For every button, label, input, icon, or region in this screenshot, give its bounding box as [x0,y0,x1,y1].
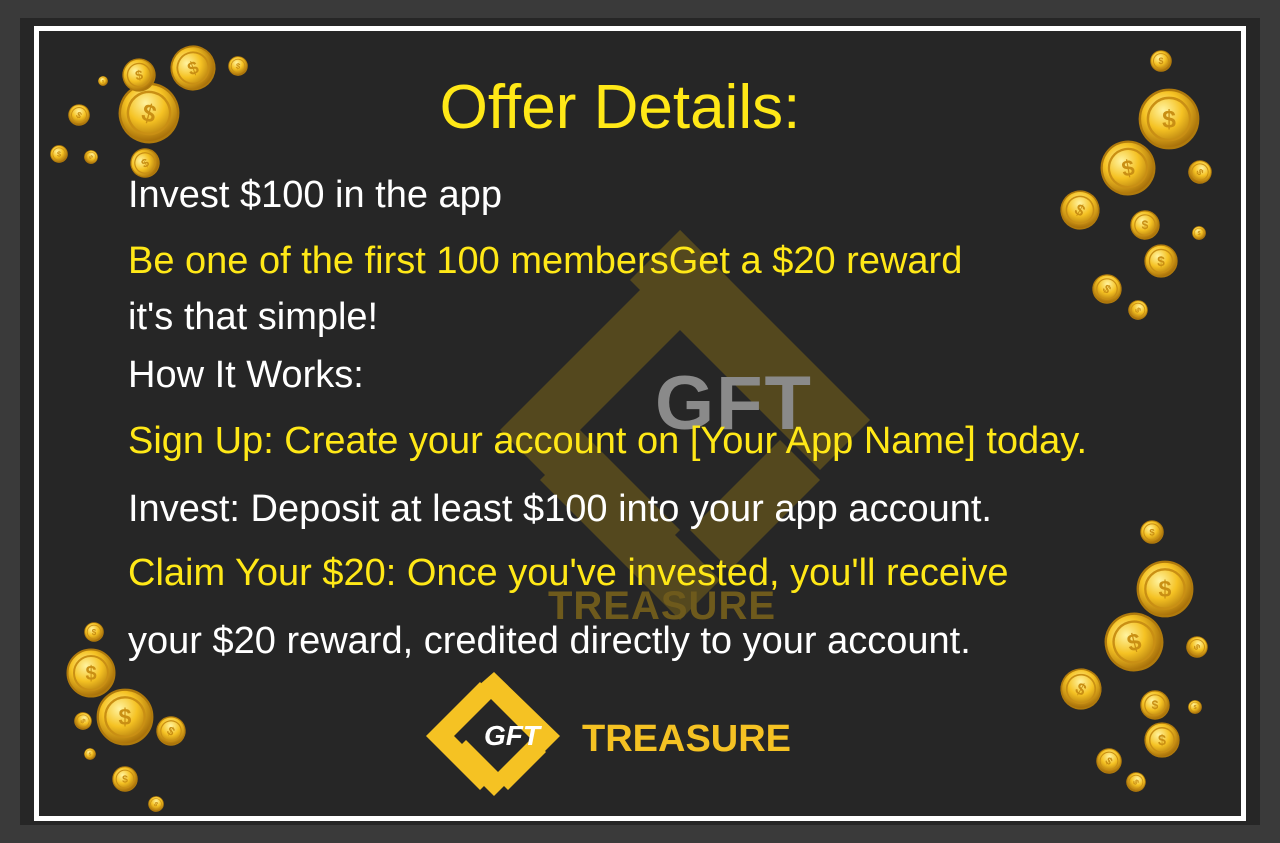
gold-coin-icon: $ [1140,690,1170,720]
gold-coin-icon: $ [50,145,68,163]
svg-text:$: $ [1159,576,1172,602]
svg-text:$: $ [1159,56,1164,66]
gold-coin-icon: $ [122,58,156,92]
step-sign-up: Sign Up: Create your account on [Your Ap… [128,420,1088,462]
step-invest: Invest: Deposit at least $100 into your … [128,488,992,530]
svg-text:$: $ [119,704,132,730]
offer-line-1: Invest $100 in the app [128,174,502,216]
gold-coin-icon: $ [1150,50,1172,72]
gold-coin-icon: $ [1100,140,1156,196]
gold-coin-icon: $ [1140,520,1164,544]
footer-brand-text: TREASURE [582,718,792,760]
svg-text:$: $ [1152,698,1159,712]
gold-coin-icon: $ [1188,700,1202,714]
offer-line-2: Be one of the first 100 membersGet a $20… [128,240,963,282]
offer-line-3: it's that simple! [128,296,379,338]
svg-text:$: $ [1149,527,1155,538]
svg-text:$: $ [57,150,61,159]
gold-coin-icon: $ [228,56,248,76]
gold-coin-icon: $ [1130,210,1160,240]
gold-coin-icon: $ [1144,722,1180,758]
svg-text:$: $ [122,775,128,786]
gold-coin-icon: $ [84,748,96,760]
gold-coin-icon: $ [96,688,154,746]
footer-logo-text: GFT [484,720,540,751]
svg-text:$: $ [89,752,92,758]
svg-text:$: $ [1142,218,1149,232]
how-it-works-heading: How It Works: [128,354,364,396]
svg-text:$: $ [92,628,97,637]
gold-coin-icon: $ [84,622,104,642]
gold-coin-icon: $ [112,766,138,792]
svg-text:$: $ [1162,107,1176,134]
gold-coin-icon: $ [1192,226,1206,240]
svg-text:$: $ [1158,733,1166,749]
gold-coin-icon: $ [98,76,108,86]
step-claim-continued: your $20 reward, credited directly to yo… [128,620,971,662]
step-claim: Claim Your $20: Once you've invested, yo… [128,552,1009,594]
svg-text:$: $ [1157,254,1165,269]
svg-text:$: $ [85,663,96,685]
gold-coin-icon: $ [1144,244,1178,278]
